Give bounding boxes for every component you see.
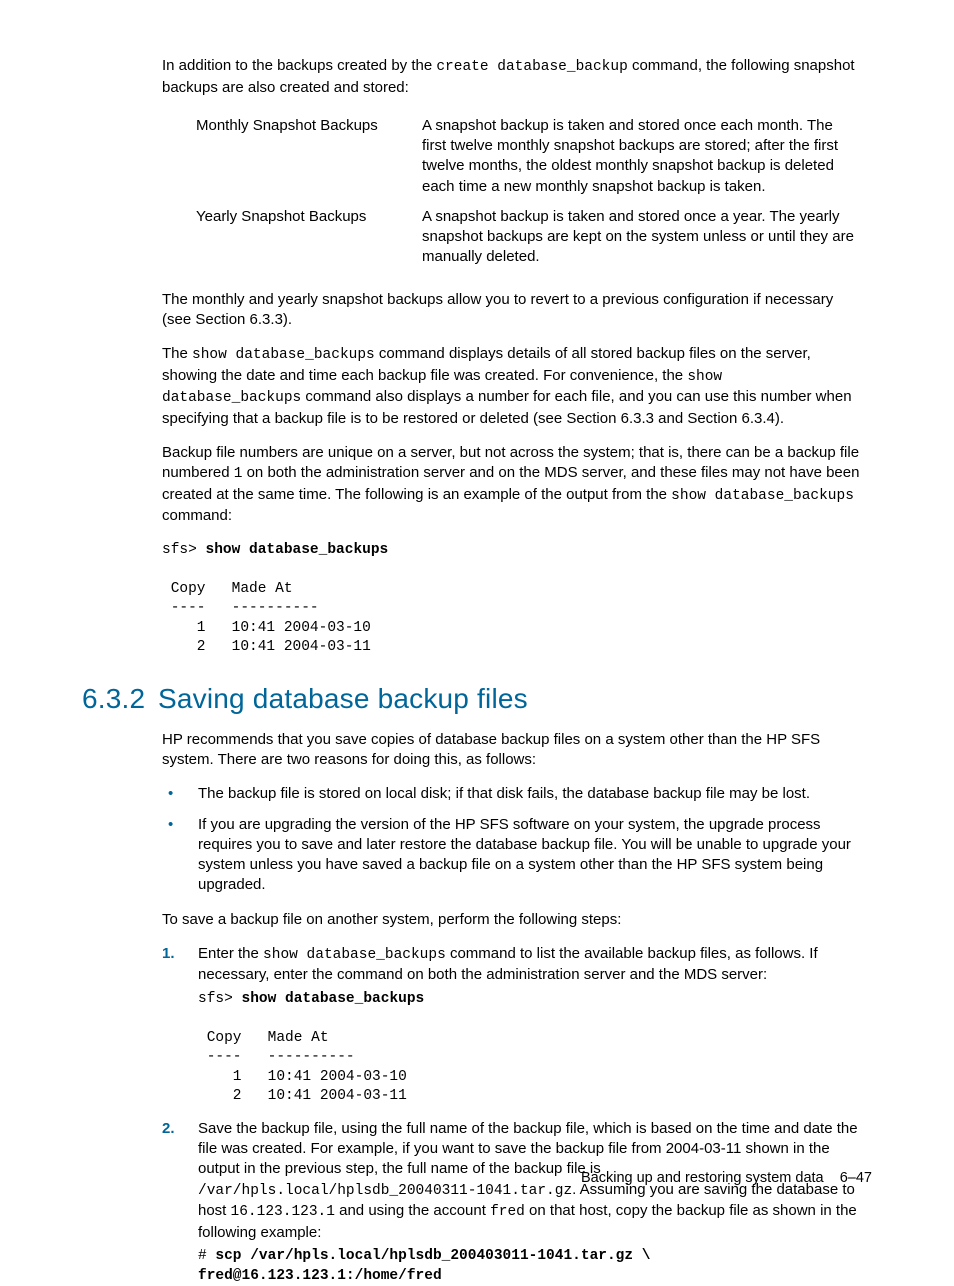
list-item: If you are upgrading the version of the … xyxy=(162,815,862,896)
paragraph: HP recommends that you save copies of da… xyxy=(162,730,862,771)
paragraph: To save a backup file on another system,… xyxy=(162,910,862,930)
output: Copy Made At ---- ---------- 1 10:41 200… xyxy=(162,581,371,656)
table-row: Monthly Snapshot Backups A snapshot back… xyxy=(196,112,860,203)
code-block: sfs> show database_backups Copy Made At … xyxy=(198,990,862,1107)
command: show database_backups xyxy=(206,542,389,558)
intro-paragraph: In addition to the backups created by th… xyxy=(162,56,862,98)
output: Copy Made At ---- ---------- 1 10:41 200… xyxy=(198,1030,407,1105)
text: and using the account xyxy=(335,1202,490,1219)
term-cell: Monthly Snapshot Backups xyxy=(196,112,422,203)
command-text: create database_backup xyxy=(436,59,627,75)
prompt: sfs> xyxy=(198,991,242,1007)
path-text: /var/hpls.local/hplsdb_20040311-1041.tar… xyxy=(198,1183,572,1199)
paragraph: The show database_backups command displa… xyxy=(162,344,862,429)
text: command: xyxy=(162,507,232,524)
paragraph: The monthly and yearly snapshot backups … xyxy=(162,290,862,331)
command: show database_backups xyxy=(242,991,425,1007)
user-text: fred xyxy=(490,1204,525,1220)
section-title: Saving database backup files xyxy=(158,683,528,714)
text: In addition to the backups created by th… xyxy=(162,57,436,74)
page-footer: Backing up and restoring system data 6–4… xyxy=(581,1169,872,1189)
text: The xyxy=(162,345,192,362)
footer-title: Backing up and restoring system data xyxy=(581,1170,824,1186)
bullet-list: The backup file is stored on local disk;… xyxy=(162,784,862,895)
code-block: sfs> show database_backups Copy Made At … xyxy=(162,541,862,658)
host-text: 16.123.123.1 xyxy=(231,1204,335,1220)
code-block: # scp /var/hpls.local/hplsdb_200403011-1… xyxy=(198,1247,862,1286)
command-line: scp /var/hpls.local/hplsdb_200403011-104… xyxy=(215,1248,650,1264)
content-area: In addition to the backups created by th… xyxy=(82,56,862,1286)
snapshot-definitions-table: Monthly Snapshot Backups A snapshot back… xyxy=(196,112,860,274)
table-row: Yearly Snapshot Backups A snapshot backu… xyxy=(196,203,860,274)
term-cell: Yearly Snapshot Backups xyxy=(196,203,422,274)
command-line: fred@16.123.123.1:/home/fred xyxy=(198,1268,442,1284)
list-item: The backup file is stored on local disk;… xyxy=(162,784,862,804)
command-text: show database_backups xyxy=(263,947,446,963)
command-text: show database_backups xyxy=(192,347,375,363)
paragraph: Backup file numbers are unique on a serv… xyxy=(162,443,862,527)
prompt: # xyxy=(198,1248,215,1264)
step-item: Enter the show database_backups command … xyxy=(162,944,862,1107)
footer-page-number: 6–47 xyxy=(840,1170,872,1186)
page: In addition to the backups created by th… xyxy=(0,0,954,1235)
section-heading: 6.3.2Saving database backup files xyxy=(82,680,862,718)
desc-cell: A snapshot backup is taken and stored on… xyxy=(422,112,860,203)
command-text: show database_backups xyxy=(671,488,854,504)
text: Enter the xyxy=(198,945,263,962)
desc-cell: A snapshot backup is taken and stored on… xyxy=(422,203,860,274)
prompt: sfs> xyxy=(162,542,206,558)
step-item: Save the backup file, using the full nam… xyxy=(162,1119,862,1286)
section-number: 6.3.2 xyxy=(82,680,158,718)
